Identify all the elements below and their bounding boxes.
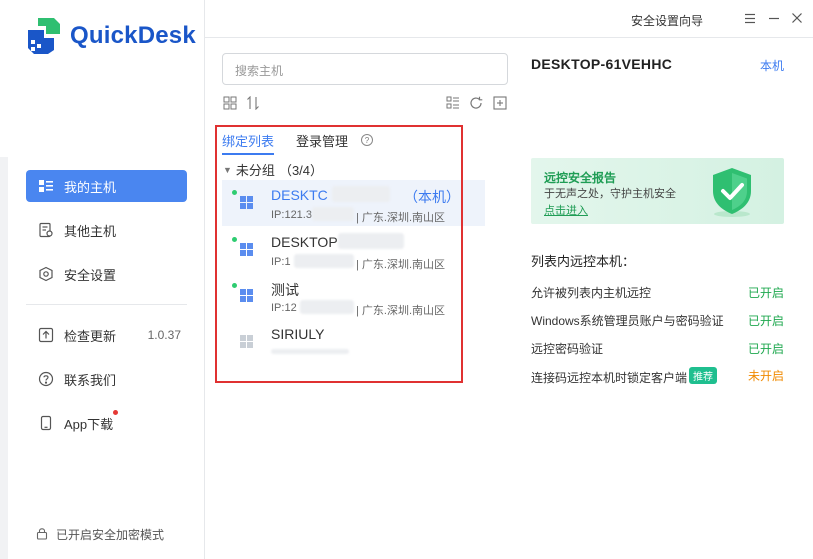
sidebar-divider bbox=[26, 304, 187, 305]
setting-row: 连接码远控本机时锁定客户端 推荐 未开启 bbox=[531, 367, 784, 386]
sidebar-item-label: 联系我们 bbox=[64, 372, 117, 388]
notification-dot bbox=[113, 410, 118, 415]
setting-status[interactable]: 已开启 bbox=[748, 312, 784, 329]
setting-status[interactable]: 已开启 bbox=[748, 284, 784, 301]
setting-row: 远控密码验证 已开启 bbox=[531, 340, 784, 357]
window-left-shadow bbox=[0, 157, 8, 559]
grid-view-icon[interactable] bbox=[223, 96, 237, 110]
setting-label: Windows系统管理员账户与密码验证 bbox=[531, 314, 724, 328]
banner-subtitle: 于无声之处，守护主机安全 bbox=[544, 188, 676, 200]
add-host-icon[interactable] bbox=[493, 96, 507, 110]
app-name: QuickDesk bbox=[70, 22, 196, 49]
sidebar-item-security-settings[interactable]: 安全设置 bbox=[26, 258, 187, 290]
app-version: 1.0.37 bbox=[147, 328, 181, 342]
app-logo: QuickDesk bbox=[24, 16, 196, 56]
security-guide-link[interactable]: 安全设置向导 bbox=[631, 12, 703, 29]
sidebar-item-label: 我的主机 bbox=[64, 179, 117, 195]
sidebar-item-other-hosts[interactable]: 其他主机 bbox=[26, 214, 187, 246]
banner-enter-link[interactable]: 点击进入 bbox=[544, 202, 588, 218]
sidebar-item-check-update[interactable]: 检查更新 1.0.37 bbox=[26, 319, 187, 351]
search-input[interactable]: 搜索主机 bbox=[222, 53, 508, 85]
refresh-icon[interactable] bbox=[469, 96, 483, 110]
lock-icon bbox=[36, 527, 48, 543]
encryption-status-label: 已开启安全加密模式 bbox=[56, 528, 165, 542]
setting-row: Windows系统管理员账户与密码验证 已开启 bbox=[531, 312, 784, 329]
sort-icon[interactable] bbox=[246, 96, 260, 110]
close-icon[interactable] bbox=[789, 10, 805, 26]
sidebar-item-label: App下载 bbox=[64, 416, 114, 432]
banner-title: 远控安全报告 bbox=[544, 171, 617, 185]
quickdesk-logo-icon bbox=[28, 18, 60, 54]
machine-name: DESKTOP-61VEHHC bbox=[531, 56, 673, 72]
setting-status[interactable]: 已开启 bbox=[748, 340, 784, 357]
help-icon bbox=[38, 371, 54, 387]
menu-icon[interactable] bbox=[742, 10, 758, 26]
app-window: QuickDesk 我的主机 其他主机 安全设置 检查更新 1.0.37 联系我… bbox=[0, 0, 813, 559]
recommend-badge: 推荐 bbox=[689, 367, 718, 384]
upload-icon bbox=[38, 327, 54, 343]
sidebar-item-contact-us[interactable]: 联系我们 bbox=[26, 363, 187, 395]
remote-control-section-title: 列表内远控本机： bbox=[531, 254, 636, 269]
other-host-icon bbox=[38, 222, 54, 238]
sidebar-item-label: 检查更新 bbox=[64, 328, 117, 344]
setting-row: 允许被列表内主机远控 已开启 bbox=[531, 284, 784, 301]
sidebar: QuickDesk 我的主机 其他主机 安全设置 检查更新 1.0.37 联系我… bbox=[8, 0, 205, 559]
phone-icon bbox=[38, 415, 54, 431]
sidebar-item-my-hosts[interactable]: 我的主机 bbox=[26, 170, 187, 202]
sidebar-item-app-download[interactable]: App下载 bbox=[26, 407, 187, 439]
shield-settings-icon bbox=[38, 266, 54, 282]
encryption-status: 已开启安全加密模式 bbox=[36, 526, 164, 543]
setting-label: 允许被列表内主机远控 bbox=[531, 286, 652, 300]
security-shield-icon bbox=[713, 168, 751, 217]
this-machine-link[interactable]: 本机 bbox=[760, 57, 784, 74]
security-report-banner[interactable]: 远控安全报告 于无声之处，守护主机安全 点击进入 bbox=[531, 158, 784, 224]
sidebar-item-label: 其他主机 bbox=[64, 223, 117, 239]
setting-label: 远控密码验证 bbox=[531, 342, 604, 356]
list-view-icon[interactable] bbox=[446, 96, 460, 110]
host-list-icon bbox=[38, 178, 54, 194]
setting-status[interactable]: 未开启 bbox=[748, 367, 784, 384]
setting-label: 连接码远控本机时锁定客户端 bbox=[531, 371, 688, 385]
title-bar: 安全设置向导 bbox=[205, 0, 813, 38]
highlight-annotation-box bbox=[215, 125, 463, 383]
minimize-icon[interactable] bbox=[766, 10, 782, 26]
sidebar-item-label: 安全设置 bbox=[64, 267, 117, 283]
